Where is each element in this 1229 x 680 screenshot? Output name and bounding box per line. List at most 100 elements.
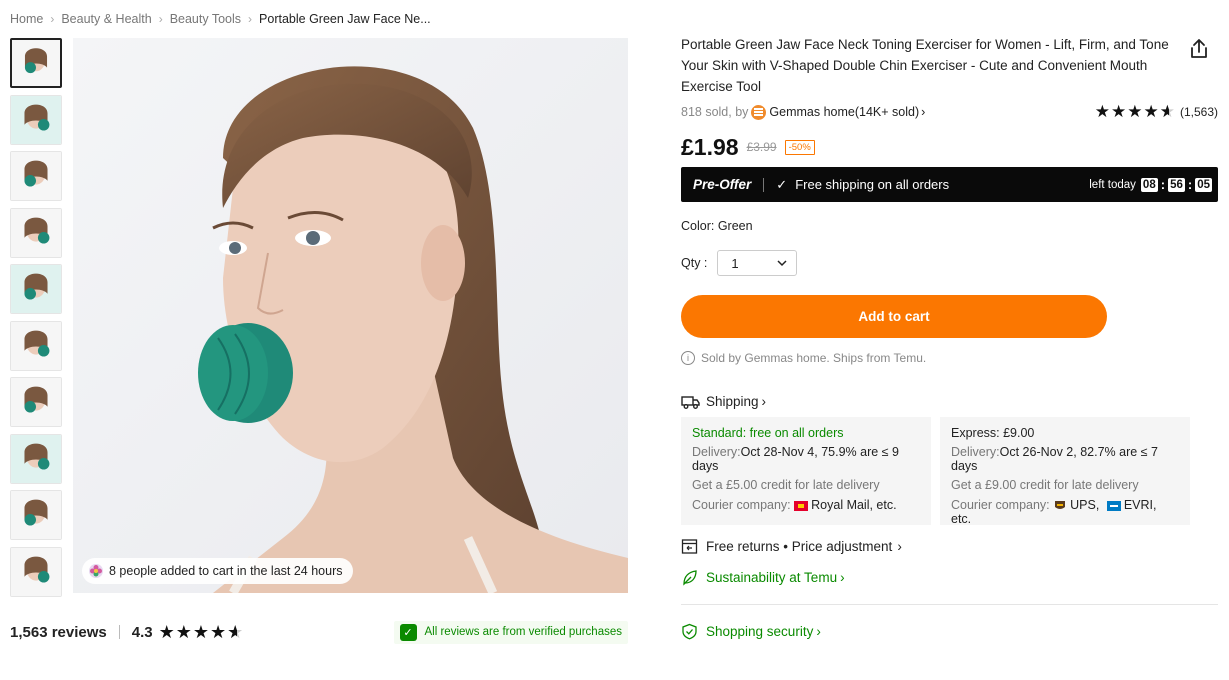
pre-offer-banner: Pre-Offer ✓ Free shipping on all orders … [681, 167, 1218, 202]
standard-delivery: Delivery:Oct 28-Nov 4, 75.9% are ≤ 9 day… [692, 445, 920, 474]
ups-icon [1055, 500, 1066, 509]
star-icon: ★ [1110, 102, 1128, 121]
standard-courier: Courier company: Royal Mail, etc. [692, 498, 920, 513]
divider [118, 625, 120, 639]
thumbnail-image [11, 95, 61, 144]
quantity-row: Qty : 1 [681, 250, 1218, 276]
express-delivery: Delivery:Oct 26-Nov 2, 82.7% are ≤ 7 day… [951, 445, 1179, 474]
chevron-right-icon: › [50, 12, 55, 26]
timer-separator: : [1160, 177, 1166, 192]
standard-credit: Get a £5.00 credit for late delivery [692, 478, 880, 493]
thumbnail-image [11, 152, 61, 200]
star-icon: ★ [1094, 102, 1111, 121]
quantity-select[interactable]: 1 [717, 250, 798, 276]
reviews-rating-value: 4.3 [131, 623, 153, 641]
add-to-cart-button[interactable]: Add to cart [681, 295, 1107, 338]
thumbnail-7[interactable] [10, 377, 62, 427]
truck-icon [681, 395, 700, 409]
product-info-panel: Portable Green Jaw Face Neck Toning Exer… [681, 34, 1218, 640]
check-icon: ✓ [776, 176, 788, 192]
chevron-right-icon: › [248, 12, 253, 26]
standard-shipping-card: Standard: free on all orders Delivery:Oc… [681, 417, 931, 525]
thumbnail-9[interactable] [10, 490, 62, 540]
thumbnail-4[interactable] [10, 207, 62, 258]
timer-hours: 08 [1140, 177, 1158, 192]
timer-separator: : [1187, 177, 1193, 192]
star-icon: ★ [192, 621, 211, 642]
courier-label: Courier company: [692, 498, 791, 512]
thumbnail-1[interactable] [10, 38, 62, 88]
seller-row: 818 sold, by Gemmas home(14K+ sold) › ★ ★… [681, 102, 1218, 122]
main-product-image[interactable]: 8 people added to cart in the last 24 ho… [73, 38, 628, 593]
store-link[interactable]: Gemmas home(14K+ sold) [769, 105, 919, 119]
breadcrumb-beauty-health[interactable]: Beauty & Health [61, 12, 151, 26]
half-star-icon: ★ [1160, 102, 1176, 122]
returns-icon [681, 539, 698, 554]
free-returns-text: Free returns • Price adjustment [706, 539, 893, 554]
courier-value: Royal Mail, etc. [811, 498, 897, 512]
chevron-right-icon: › [840, 570, 845, 585]
sold-by-text: Sold by Gemmas home. Ships from Temu. [701, 351, 927, 365]
shipping-link[interactable]: Shipping › [681, 394, 1218, 409]
breadcrumb-home[interactable]: Home [10, 12, 43, 26]
star-icon: ★ [158, 621, 176, 642]
thumbnail-3[interactable] [10, 151, 62, 201]
courier-value-ups: UPS, [1070, 498, 1100, 512]
sustainability-text: Sustainability at Temu [706, 570, 838, 585]
chevron-right-icon: › [897, 539, 902, 554]
info-icon: i [681, 351, 695, 365]
verified-text: All reviews are from verified purchases [424, 626, 623, 638]
courier-label: Courier company: [951, 498, 1050, 512]
reviews-summary: 1,563 reviews 4.3 ★★★★★ ✓ All reviews ar… [10, 620, 628, 644]
sold-by-row: i Sold by Gemmas home. Ships from Temu. [681, 351, 1218, 365]
thumbnail-image [11, 378, 61, 426]
thumbnail-image [12, 40, 60, 86]
sustainability-link[interactable]: Sustainability at Temu › [681, 569, 1218, 586]
reviews-count[interactable]: 1,563 reviews [10, 624, 107, 641]
divider [681, 604, 1218, 605]
star-rating: ★ ★ ★ ★ ★ [159, 622, 245, 643]
express-credit: Get a £9.00 credit for late delivery [951, 478, 1139, 493]
star-rating: ★ ★ ★ ★ ★ [1095, 102, 1176, 122]
chevron-right-icon: › [761, 394, 767, 409]
thumbnail-list [10, 38, 62, 603]
thumbnail-6[interactable] [10, 320, 62, 371]
timer-seconds: 05 [1195, 177, 1212, 192]
discount-badge: -50% [784, 139, 815, 155]
breadcrumb-beauty-tools[interactable]: Beauty Tools [170, 12, 241, 26]
chevron-right-icon: › [158, 12, 163, 26]
thumbnail-image [11, 321, 61, 370]
product-title: Portable Green Jaw Face Neck Toning Exer… [681, 37, 1169, 94]
pre-offer-label: Pre-Offer [693, 177, 752, 192]
free-shipping-text: Free shipping on all orders [795, 177, 950, 192]
shopping-security-link[interactable]: Shopping security › [681, 623, 1218, 640]
timer-minutes: 56 [1168, 177, 1185, 192]
thumbnail-2[interactable] [10, 94, 62, 145]
quantity-label: Qty : [681, 256, 708, 270]
sold-count: 818 sold, by [681, 105, 749, 119]
share-icon[interactable] [1188, 38, 1210, 60]
express-shipping-card: Express: £9.00 Delivery:Oct 26-Nov 2, 82… [940, 417, 1190, 526]
thumbnail-5[interactable] [10, 264, 62, 314]
thumbnail-image [11, 547, 61, 596]
thumbnail-image [11, 208, 61, 257]
cart-activity-text: 8 people added to cart in the last 24 ho… [109, 564, 343, 578]
thumbnail-image [11, 491, 61, 539]
leaf-icon [683, 570, 697, 586]
current-price: £1.98 [681, 133, 739, 160]
royal-mail-icon [794, 500, 809, 511]
left-today-label: left today [1089, 178, 1136, 191]
product-rating[interactable]: ★★★★★ (1,563) [1095, 102, 1218, 122]
express-shipping-title: Express: £9.00 [951, 426, 1035, 440]
thumbnail-10[interactable] [10, 546, 62, 597]
thumbnail-8[interactable] [10, 433, 62, 484]
divider [763, 177, 765, 192]
breadcrumb-current: Portable Green Jaw Face Ne... [259, 12, 431, 26]
half-star-icon: ★ [227, 622, 244, 643]
cart-activity-badge: 8 people added to cart in the last 24 ho… [82, 558, 353, 584]
shield-check-icon: ✓ [399, 623, 417, 641]
free-returns-link[interactable]: Free returns • Price adjustment › [681, 538, 1218, 555]
shield-icon [682, 623, 697, 640]
original-price: £3.99 [746, 140, 777, 154]
star-icon: ★ [1127, 102, 1144, 121]
